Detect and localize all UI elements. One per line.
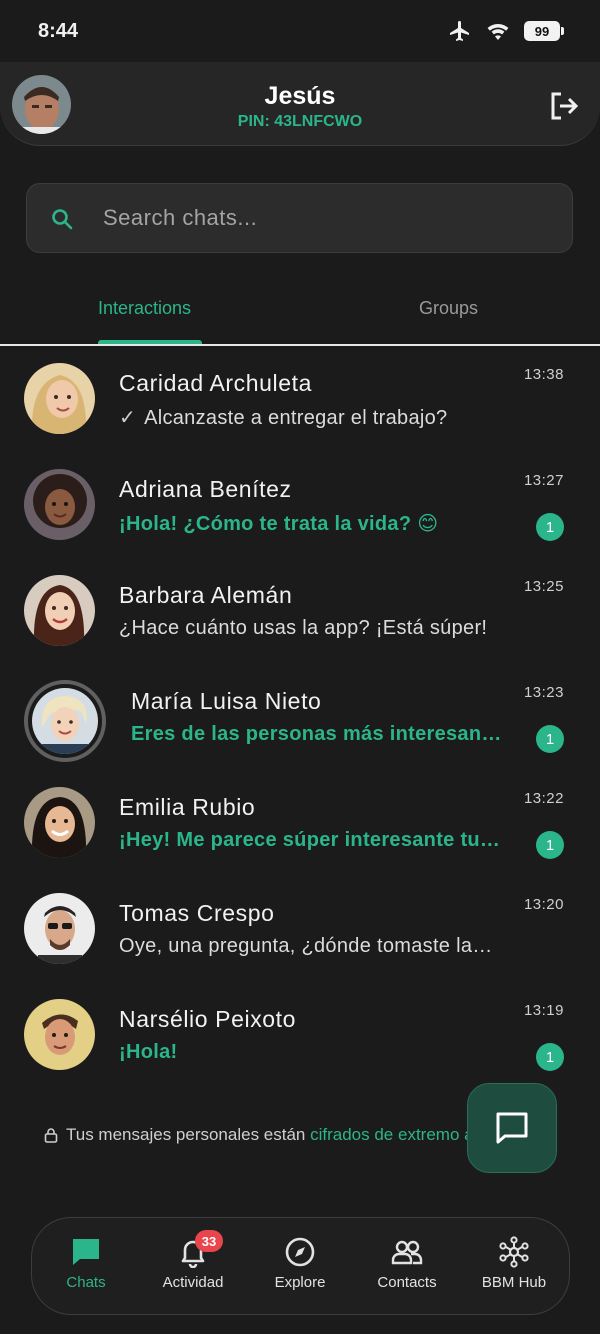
battery-indicator: 99: [524, 21, 564, 41]
contact-name: Barbara Alemán: [119, 582, 293, 608]
profile-pin: PIN: 43LNFCWO: [237, 113, 363, 130]
message-time: 13:25: [523, 578, 564, 595]
bottom-navigation: Chats 33 Actividad Explore Contacts BBM …: [31, 1217, 570, 1315]
chat-row[interactable]: Adriana Benítez ¡Hola! ¿Cómo te trata la…: [0, 454, 600, 560]
wifi-icon: [487, 24, 509, 40]
last-message-text: Alcanzaste a entregar el trabajo?: [144, 407, 448, 429]
chat-row[interactable]: Emilia Rubio ¡Hey! Me parece súper inter…: [0, 772, 600, 878]
status-bar: 8:44 99: [0, 0, 600, 62]
nav-actividad[interactable]: 33 Actividad: [143, 1230, 243, 1291]
avatar: [24, 575, 95, 646]
tab-groups[interactable]: Groups: [419, 298, 478, 319]
last-message: ✓ Alcanzaste a entregar el trabajo?: [119, 405, 447, 430]
new-chat-button[interactable]: [467, 1083, 557, 1173]
last-message: ¡Hey! Me parece súper interesante tu com…: [119, 829, 504, 851]
contact-name: Caridad Archuleta: [119, 370, 313, 396]
avatar: [24, 893, 95, 964]
sent-check-icon: ✓: [119, 407, 137, 429]
avatar: [24, 999, 95, 1070]
nav-explore[interactable]: Explore: [250, 1236, 350, 1291]
last-message: ¡Hola! ¿Cómo te trata la vida? 😊: [119, 513, 439, 535]
active-tab-indicator: [98, 340, 202, 344]
unread-badge: 1: [536, 513, 564, 541]
encryption-notice: Tus mensajes personales están cifrados d…: [44, 1125, 540, 1145]
unread-badge: 1: [536, 725, 564, 753]
nav-bbm-hub[interactable]: BBM Hub: [464, 1236, 564, 1291]
contact-name: María Luisa Nieto: [131, 688, 322, 714]
hub-network-icon: [499, 1236, 529, 1268]
message-time: 13:23: [523, 684, 564, 701]
message-time: 13:20: [523, 896, 564, 913]
nav-label: Chats: [66, 1274, 106, 1291]
nav-label: Contacts: [377, 1274, 437, 1291]
nav-chats[interactable]: Chats: [36, 1236, 136, 1291]
message-time: 13:27: [523, 472, 564, 489]
encryption-text: Tus mensajes personales están: [66, 1125, 311, 1144]
chat-tabs: Interactions Groups: [0, 290, 600, 346]
tab-interactions[interactable]: Interactions: [98, 298, 191, 319]
status-icons: 99: [448, 19, 564, 43]
people-icon: [391, 1240, 423, 1265]
avatar: [32, 688, 98, 754]
nav-label: Actividad: [162, 1274, 224, 1291]
message-time: 13:22: [523, 790, 564, 807]
chat-bubble-icon: [73, 1239, 99, 1265]
last-message: ¿Hace cuánto usas la app? ¡Está súper!: [119, 617, 488, 639]
battery-level: 99: [534, 23, 550, 39]
story-ring[interactable]: [24, 680, 106, 762]
unread-badge: 1: [536, 1043, 564, 1071]
compass-icon: [285, 1237, 315, 1267]
profile-header: Jesús PIN: 43LNFCWO: [0, 62, 600, 146]
contact-name: Tomas Crespo: [119, 900, 275, 926]
nav-label: Explore: [274, 1274, 326, 1291]
nav-contacts[interactable]: Contacts: [357, 1236, 457, 1291]
status-time: 8:44: [38, 19, 79, 42]
chat-row[interactable]: Narsélio Peixoto ¡Hola! 13:19 1: [0, 984, 600, 1090]
avatar: [24, 469, 95, 540]
nav-label: BBM Hub: [481, 1274, 547, 1291]
last-message: Eres de las personas más interesantes: [131, 723, 503, 745]
last-message: Oye, una pregunta, ¿dónde tomaste la fot…: [119, 935, 495, 957]
message-time: 13:19: [523, 1002, 564, 1019]
chat-row[interactable]: María Luisa Nieto Eres de las personas m…: [0, 666, 600, 772]
lock-icon: [44, 1128, 58, 1143]
new-message-icon: [496, 1112, 528, 1144]
chat-row[interactable]: Barbara Alemán ¿Hace cuánto usas la app?…: [0, 560, 600, 666]
search-bar[interactable]: [26, 183, 573, 253]
last-message: ¡Hola!: [119, 1041, 178, 1063]
contact-name: Narsélio Peixoto: [119, 1006, 297, 1032]
notification-badge: 33: [195, 1230, 223, 1252]
unread-badge: 1: [536, 831, 564, 859]
contact-name: Adriana Benítez: [119, 476, 292, 502]
contact-name: Emilia Rubio: [119, 794, 256, 820]
message-time: 13:38: [523, 366, 564, 383]
avatar: [24, 787, 95, 858]
search-icon: [52, 209, 73, 230]
avatar: [24, 363, 95, 434]
airplane-mode-icon: [450, 21, 469, 41]
profile-name: Jesús: [264, 82, 336, 110]
chat-row[interactable]: Caridad Archuleta ✓ Alcanzaste a entregar…: [0, 348, 600, 454]
chat-row[interactable]: Tomas Crespo Oye, una pregunta, ¿dónde t…: [0, 878, 600, 984]
logout-icon[interactable]: [548, 90, 580, 122]
search-input[interactable]: [103, 184, 553, 252]
